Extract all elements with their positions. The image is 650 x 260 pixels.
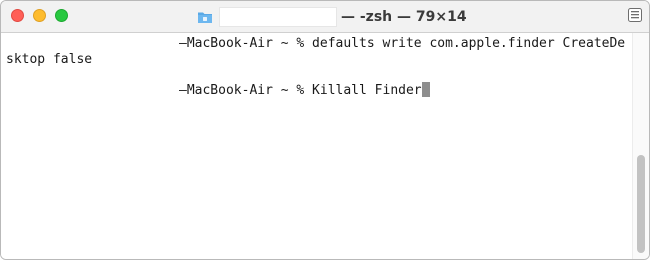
terminal-prompt-line: —MacBook-Air ~ % Killall Finder — [179, 82, 430, 99]
terminal-window: — -zsh — 79×14 —MacBook-Air ~ % defaults… — [0, 0, 650, 260]
terminal-command-text: —MacBook-Air ~ % Killall Finder — [179, 83, 422, 98]
minimize-button[interactable] — [33, 9, 46, 22]
text-cursor — [421, 82, 430, 97]
zoom-button[interactable] — [55, 9, 68, 22]
window-title-group: — -zsh — 79×14 — [197, 6, 467, 28]
title-bar[interactable]: — -zsh — 79×14 — [1, 1, 649, 33]
folder-icon — [198, 12, 212, 23]
redacted-username — [219, 7, 337, 27]
vertical-scrollbar[interactable] — [632, 33, 649, 259]
close-button[interactable] — [11, 9, 24, 22]
scroll-thumb[interactable] — [637, 155, 645, 253]
terminal-line: sktop false — [6, 52, 93, 67]
sidebar-toggle-icon[interactable] — [628, 8, 642, 22]
terminal-line: —MacBook-Air ~ % defaults write com.appl… — [179, 36, 626, 51]
window-title: — -zsh — 79×14 — [341, 9, 467, 25]
terminal-content[interactable]: —MacBook-Air ~ % defaults write com.appl… — [1, 33, 633, 259]
